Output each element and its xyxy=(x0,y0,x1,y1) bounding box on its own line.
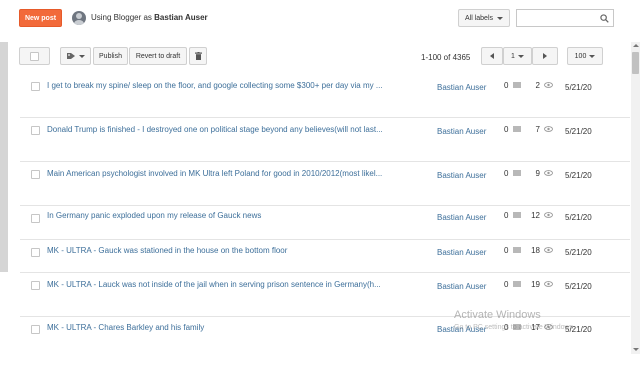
post-title-link[interactable]: In Germany panic exploded upon my releas… xyxy=(47,211,397,220)
view-count: 7 xyxy=(535,125,540,134)
user-avatar[interactable] xyxy=(72,11,86,25)
post-row[interactable]: Donald Trump is finished - I destroyed o… xyxy=(20,118,630,162)
eye-icon xyxy=(544,82,553,88)
post-author[interactable]: Bastian Auser xyxy=(437,282,486,291)
tag-icon xyxy=(66,53,75,59)
comment-count: 0 xyxy=(504,211,509,220)
post-row[interactable]: In Germany panic exploded upon my releas… xyxy=(20,206,630,240)
comment-count: 0 xyxy=(504,81,509,90)
labels-dropdown-label: All labels xyxy=(464,14,493,22)
comment-count: 0 xyxy=(504,280,509,289)
user-name: Bastian Auser xyxy=(154,13,208,22)
eye-icon xyxy=(544,170,553,176)
chevron-left-icon xyxy=(490,53,494,59)
left-edge-bar xyxy=(0,42,8,272)
eye-icon xyxy=(544,281,553,287)
pagination-range: 1-100 of 4365 xyxy=(421,53,471,62)
post-author[interactable]: Bastian Auser xyxy=(437,171,486,180)
eye-icon xyxy=(544,126,553,132)
search-input[interactable] xyxy=(516,9,614,27)
post-date: 5/21/20 xyxy=(565,213,592,222)
vertical-scrollbar[interactable] xyxy=(631,42,640,354)
previous-page-button[interactable] xyxy=(481,47,503,65)
label-dropdown-button[interactable] xyxy=(60,47,91,65)
using-blogger-text: Using Blogger as Bastian Auser xyxy=(91,13,208,22)
scroll-down-arrow-icon[interactable] xyxy=(633,348,639,351)
per-page-value: 100 xyxy=(574,52,587,60)
page-number-dropdown[interactable]: 1 xyxy=(503,47,532,65)
page-number: 1 xyxy=(511,52,515,60)
post-row[interactable]: Main American psychologist involved in M… xyxy=(20,162,630,206)
post-date: 5/21/20 xyxy=(565,127,592,136)
view-count: 12 xyxy=(531,211,540,220)
post-author[interactable]: Bastian Auser xyxy=(437,248,486,257)
comment-icon xyxy=(513,247,521,253)
revert-to-draft-button[interactable]: Revert to draft xyxy=(129,47,187,65)
row-checkbox[interactable] xyxy=(31,170,40,179)
view-count: 9 xyxy=(535,169,540,178)
post-title-link[interactable]: Donald Trump is finished - I destroyed o… xyxy=(47,125,397,134)
checkbox-icon xyxy=(30,51,39,61)
delete-button[interactable] xyxy=(189,47,207,65)
comment-icon xyxy=(513,126,521,132)
post-date: 5/21/20 xyxy=(565,171,592,180)
post-row[interactable]: MK - ULTRA - Chares Barkley and his fami… xyxy=(20,317,630,351)
row-checkbox[interactable] xyxy=(31,82,40,91)
chevron-down-icon xyxy=(517,54,524,58)
scrollbar-thumb[interactable] xyxy=(632,52,639,74)
per-page-dropdown[interactable]: 100 xyxy=(567,47,603,65)
post-author[interactable]: Bastian Auser xyxy=(437,83,486,92)
all-labels-dropdown[interactable]: All labels xyxy=(458,9,510,27)
view-count: 19 xyxy=(531,280,540,289)
posts-toolbar: Publish Revert to draft 1-100 of 4365 1 … xyxy=(0,42,630,70)
publish-button[interactable]: Publish xyxy=(93,47,128,65)
comment-icon xyxy=(513,281,521,287)
post-title-link[interactable]: I get to break my spine/ sleep on the fl… xyxy=(47,81,397,90)
chevron-down-icon xyxy=(78,54,85,58)
chevron-down-icon xyxy=(497,16,503,20)
new-post-button[interactable]: New post xyxy=(19,9,62,27)
comment-icon xyxy=(513,82,521,88)
post-date: 5/21/20 xyxy=(565,248,592,257)
trash-icon xyxy=(194,52,202,60)
row-checkbox[interactable] xyxy=(31,248,40,257)
comment-count: 0 xyxy=(504,169,509,178)
row-checkbox[interactable] xyxy=(31,214,40,223)
post-date: 5/21/20 xyxy=(565,83,592,92)
row-checkbox[interactable] xyxy=(31,281,40,290)
activate-windows-title: Activate Windows xyxy=(454,309,541,321)
comment-count: 0 xyxy=(504,125,509,134)
chevron-down-icon xyxy=(589,54,596,58)
search-icon[interactable] xyxy=(600,14,609,23)
post-title-link[interactable]: MK - ULTRA - Chares Barkley and his fami… xyxy=(47,323,397,332)
row-checkbox[interactable] xyxy=(31,126,40,135)
comment-count: 0 xyxy=(504,246,509,255)
row-checkbox[interactable] xyxy=(31,325,40,334)
post-title-link[interactable]: MK - ULTRA - Gauck was stationed in the … xyxy=(47,246,397,255)
activate-windows-subtitle: Go to PC settings to activate Windows. xyxy=(454,324,575,331)
scroll-up-arrow-icon[interactable] xyxy=(633,44,639,47)
next-page-button[interactable] xyxy=(532,47,558,65)
post-author[interactable]: Bastian Auser xyxy=(437,213,486,222)
view-count: 2 xyxy=(535,81,540,90)
post-author[interactable]: Bastian Auser xyxy=(437,127,486,136)
using-prefix: Using Blogger as xyxy=(91,13,152,22)
post-title-link[interactable]: MK - ULTRA - Lauck was not inside of the… xyxy=(47,280,397,289)
select-all-checkbox[interactable] xyxy=(19,47,50,65)
post-date: 5/21/20 xyxy=(565,282,592,291)
chevron-right-icon xyxy=(543,53,547,59)
post-row[interactable]: MK - ULTRA - Gauck was stationed in the … xyxy=(20,240,630,273)
comment-icon xyxy=(513,212,521,218)
view-count: 18 xyxy=(531,246,540,255)
top-bar: New post Using Blogger as Bastian Auser … xyxy=(0,0,640,36)
post-row[interactable]: I get to break my spine/ sleep on the fl… xyxy=(20,74,630,118)
comment-icon xyxy=(513,170,521,176)
eye-icon xyxy=(544,247,553,253)
eye-icon xyxy=(544,212,553,218)
post-title-link[interactable]: Main American psychologist involved in M… xyxy=(47,169,397,178)
